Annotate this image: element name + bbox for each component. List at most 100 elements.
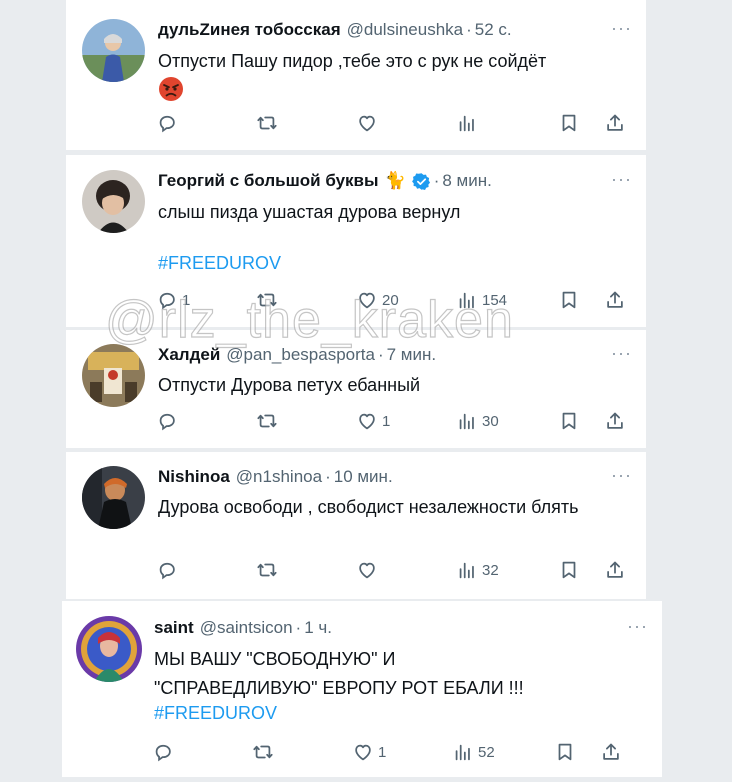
more-options-icon[interactable]: ··· (627, 616, 648, 637)
tweet-header: дульZинея тобосская @dulsineushka · 52 с… (158, 19, 512, 41)
separator-dot: · (466, 20, 472, 39)
like-button[interactable]: 1 (352, 741, 386, 763)
reply-button[interactable] (156, 559, 178, 581)
share-button[interactable] (600, 741, 622, 763)
retweet-button[interactable] (256, 410, 278, 432)
share-icon (604, 410, 626, 432)
tweet-actions: 32 (156, 559, 636, 583)
retweet-button[interactable] (256, 559, 278, 581)
display-name[interactable]: дульZинея тобосская (158, 19, 341, 41)
like-button[interactable]: 20 (356, 289, 399, 311)
views-button[interactable]: 32 (456, 559, 499, 581)
hashtag-link[interactable]: #FREEDUROV (158, 253, 281, 274)
retweet-button[interactable] (252, 741, 274, 763)
share-button[interactable] (604, 112, 626, 134)
share-icon (604, 289, 626, 311)
tweet-text-line-2: "СПРАВЕДЛИВУЮ" ЕВРОПУ РОТ ЕБАЛИ !!! (154, 678, 524, 698)
views-icon (456, 410, 478, 432)
more-options-icon[interactable]: ··· (611, 18, 632, 39)
display-name[interactable]: Халдей (158, 344, 220, 366)
share-icon (604, 559, 626, 581)
views-button[interactable]: 52 (452, 741, 495, 763)
share-button[interactable] (604, 559, 626, 581)
share-button[interactable] (604, 410, 626, 432)
display-name[interactable]: saint (154, 617, 194, 639)
avatar[interactable] (76, 616, 142, 682)
username[interactable]: @saintsicon (200, 617, 293, 639)
tweet-header: Nishinoa @n1shinoa · 10 мин. (158, 466, 393, 488)
timestamp[interactable]: 52 с. (475, 19, 512, 41)
more-options-icon[interactable]: ··· (611, 465, 632, 486)
like-icon (352, 741, 374, 763)
tweet-actions: 1 52 (152, 741, 632, 765)
reply-button[interactable] (156, 410, 178, 432)
tweet-text: слыш пизда ушастая дурова вернул (158, 202, 461, 222)
more-options-icon[interactable]: ··· (611, 343, 632, 364)
timestamp[interactable]: 1 ч. (304, 617, 332, 639)
views-button[interactable] (456, 112, 478, 134)
timestamp[interactable]: 8 мин. (442, 170, 491, 192)
separator-dot: · (295, 618, 302, 637)
like-button[interactable] (356, 559, 378, 581)
retweet-button[interactable] (256, 289, 278, 311)
views-button[interactable]: 154 (456, 289, 507, 311)
retweet-button[interactable] (256, 112, 278, 134)
bookmark-button[interactable] (554, 741, 576, 763)
tweet-header: saint @saintsicon · 1 ч. (154, 617, 332, 639)
verified-badge-icon (411, 172, 430, 190)
bookmark-button[interactable] (558, 289, 580, 311)
more-options-icon[interactable]: ··· (611, 169, 632, 190)
reply-count: 1 (182, 291, 191, 309)
tweet-header: Халдей @pan_bespasporta · 7 мин. (158, 344, 436, 366)
reply-button[interactable]: 1 (156, 289, 190, 311)
reply-button[interactable] (156, 112, 182, 134)
tweet-pan-bespasporta[interactable]: Халдей @pan_bespasporta · 7 мин. ··· Отп… (66, 330, 646, 448)
username[interactable]: @dulsineushka (347, 19, 464, 41)
tweet-actions (156, 112, 636, 136)
like-button[interactable]: 1 (356, 410, 390, 432)
share-button[interactable] (604, 289, 626, 311)
bookmark-button[interactable] (558, 410, 580, 432)
like-count: 1 (378, 743, 387, 761)
like-count: 20 (382, 291, 399, 309)
like-icon (356, 410, 378, 432)
cat-emoji: 🐈 (384, 171, 406, 190)
tweet-saintsicon[interactable]: saint @saintsicon · 1 ч. ··· МЫ ВАШУ "СВ… (62, 601, 662, 777)
views-icon (456, 112, 478, 134)
like-icon (356, 112, 378, 134)
retweet-icon (256, 410, 278, 432)
retweet-icon (256, 112, 278, 134)
tweet-header: Георгий с большой буквы 🐈 · 8 мин. (158, 170, 492, 192)
avatar[interactable] (82, 19, 145, 82)
timestamp[interactable]: 7 мин. (387, 344, 436, 366)
share-icon (604, 112, 626, 134)
retweet-icon (256, 289, 278, 311)
bookmark-icon (554, 741, 576, 763)
tweet-georgiy[interactable]: Георгий с большой буквы 🐈 · 8 мин. ··· с… (66, 155, 646, 327)
bookmark-button[interactable] (558, 559, 580, 581)
bookmark-icon (558, 410, 580, 432)
username[interactable]: @n1shinoa (236, 466, 322, 488)
bookmark-button[interactable] (558, 112, 580, 134)
reply-icon (156, 289, 178, 311)
username[interactable]: @pan_bespasporta (226, 344, 375, 366)
avatar[interactable] (82, 466, 145, 529)
avatar[interactable] (82, 170, 145, 233)
tweet-actions: 1 20 154 (156, 289, 636, 313)
views-count: 154 (482, 291, 508, 309)
bookmark-icon (558, 559, 580, 581)
hashtag-link[interactable]: #FREEDUROV (154, 703, 277, 724)
display-name[interactable]: Георгий с большой буквы (158, 170, 379, 192)
views-count: 32 (482, 561, 499, 579)
timestamp[interactable]: 10 мин. (334, 466, 393, 488)
reply-icon (156, 559, 178, 581)
tweet-n1shinoa[interactable]: Nishinoa @n1shinoa · 10 мин. ··· Дурова … (66, 452, 646, 599)
views-button[interactable]: 30 (456, 410, 499, 432)
like-button[interactable] (356, 112, 378, 134)
display-name[interactable]: Nishinoa (158, 466, 230, 488)
views-count: 52 (478, 743, 495, 761)
tweet-dulsineushka[interactable]: дульZинея тобосская @dulsineushka · 52 с… (66, 0, 646, 150)
avatar[interactable] (82, 344, 145, 407)
reply-button[interactable] (152, 741, 174, 763)
views-count: 30 (482, 412, 499, 430)
